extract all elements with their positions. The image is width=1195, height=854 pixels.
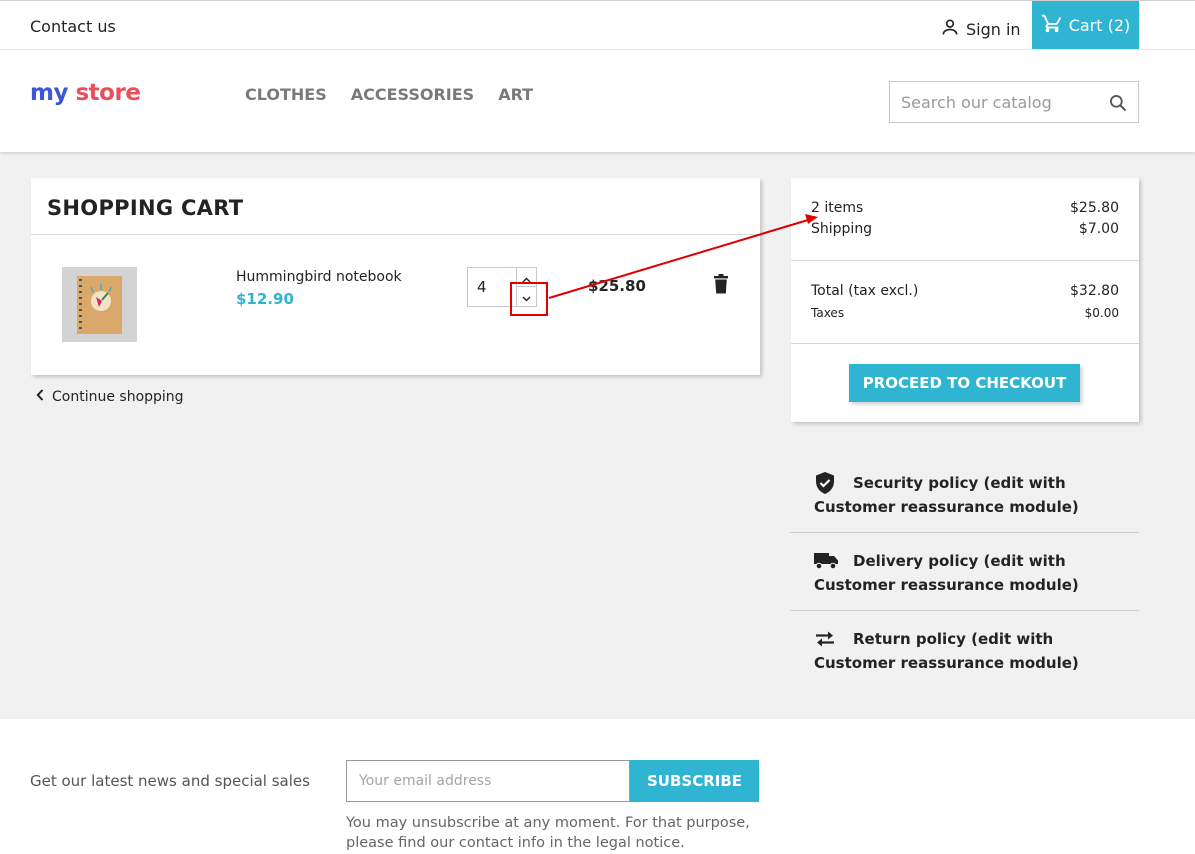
user-icon [940, 17, 960, 41]
search-icon[interactable] [1108, 93, 1128, 117]
summary-items-row: 2 items $25.80 [811, 200, 1119, 216]
sign-in-label: Sign in [966, 19, 1021, 39]
search-box [889, 81, 1139, 123]
continue-shopping-link[interactable]: Continue shopping [36, 389, 184, 405]
newsletter-footer: Get our latest news and special sales SU… [0, 719, 1195, 854]
reassurance-return: Return policy (edit with Customer reassu… [790, 627, 1139, 677]
cart-title: SHOPPING CART [47, 196, 244, 220]
summary-total-row: Total (tax excl.) $32.80 [811, 283, 1119, 299]
summary-total-label: Total (tax excl.) [811, 283, 919, 299]
product-line-total: $25.80 [588, 277, 646, 295]
logo-my: my [30, 80, 68, 106]
summary-items-label: 2 items [811, 200, 864, 216]
cart-divider [31, 234, 760, 235]
annotation-highlight-box [510, 282, 548, 316]
main-nav: CLOTHES ACCESSORIES ART [245, 85, 533, 104]
contact-us-link[interactable]: Contact us [30, 17, 116, 36]
remove-item-button[interactable] [713, 274, 729, 298]
cart-button[interactable]: Cart (2) [1032, 1, 1139, 49]
nav-accessories[interactable]: ACCESSORIES [351, 85, 474, 104]
continue-shopping-label: Continue shopping [52, 389, 184, 405]
newsletter-label: Get our latest news and special sales [30, 772, 310, 790]
shopping-cart-panel: SHOPPING CART Hummingbird notebook $12.9… [31, 178, 760, 375]
nav-clothes[interactable]: CLOTHES [245, 85, 327, 104]
reassurance-security: Security policy (edit with Customer reas… [790, 471, 1139, 521]
quantity-input[interactable] [468, 268, 516, 306]
sign-in-link[interactable]: Sign in [940, 17, 1021, 41]
email-field[interactable] [347, 761, 627, 801]
summary-total-value: $32.80 [1070, 283, 1119, 299]
cart-summary: 2 items $25.80 Shipping $7.00 Total (tax… [791, 178, 1139, 422]
reassurance-security-text: Security policy (edit with Customer reas… [814, 474, 1079, 516]
proceed-to-checkout-button[interactable]: PROCEED TO CHECKOUT [849, 364, 1080, 402]
summary-taxes-value: $0.00 [1084, 306, 1119, 320]
chevron-left-icon [36, 389, 44, 405]
top-bar: Contact us Sign in Cart (2) [0, 0, 1195, 50]
product-name[interactable]: Hummingbird notebook [236, 269, 402, 285]
product-thumbnail[interactable] [62, 267, 137, 342]
logo-store: store [75, 80, 141, 106]
summary-shipping-row: Shipping $7.00 [811, 221, 1119, 237]
reassurance-delivery-text: Delivery policy (edit with Customer reas… [814, 552, 1079, 594]
cart-label: Cart (2) [1068, 15, 1131, 35]
summary-divider [791, 343, 1139, 344]
reassurance-return-text: Return policy (edit with Customer reassu… [814, 630, 1079, 672]
reassurance-delivery: Delivery policy (edit with Customer reas… [790, 549, 1139, 599]
unsubscribe-note: You may unsubscribe at any moment. For t… [346, 815, 750, 851]
summary-shipping-label: Shipping [811, 221, 873, 237]
store-logo[interactable]: my store [30, 80, 141, 106]
summary-divider [791, 260, 1139, 261]
search-input[interactable] [890, 82, 1090, 122]
main-header: my store CLOTHES ACCESSORIES ART [0, 50, 1195, 152]
nav-art[interactable]: ART [498, 85, 533, 104]
email-field-wrapper [346, 760, 630, 802]
trash-icon [713, 274, 729, 298]
summary-taxes-label: Taxes [811, 306, 845, 320]
reassurance-divider [790, 532, 1139, 533]
summary-taxes-row: Taxes $0.00 [811, 306, 1119, 320]
cart-icon [1041, 12, 1063, 38]
product-unit-price: $12.90 [236, 290, 294, 308]
summary-items-value: $25.80 [1070, 200, 1119, 216]
subscribe-button[interactable]: SUBSCRIBE [630, 760, 759, 802]
summary-shipping-value: $7.00 [1078, 221, 1119, 237]
reassurance-divider [790, 610, 1139, 611]
